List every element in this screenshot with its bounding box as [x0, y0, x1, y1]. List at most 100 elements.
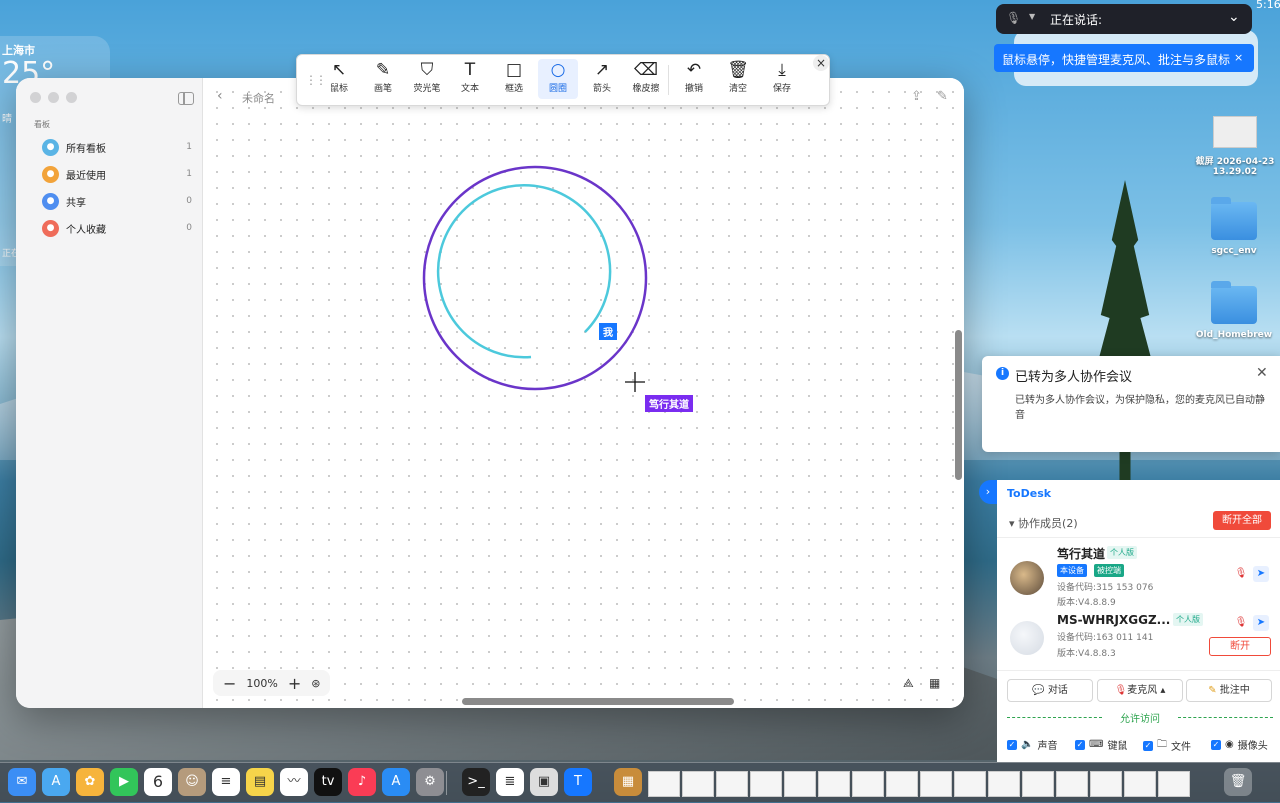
close-window-button[interactable] [30, 92, 41, 103]
tool-download[interactable]: ⤓ 保存 [762, 59, 802, 99]
tool-rectangle[interactable]: □ 框选 [494, 59, 534, 99]
star-frame-icon[interactable]: ⊛ [311, 677, 320, 690]
tool-highlighter[interactable]: ⛉ 荧光笔 [407, 59, 447, 99]
tool-trash[interactable]: 🗑 清空 [718, 59, 758, 99]
preview-icon[interactable]: ▣ [530, 768, 558, 796]
highlighter-icon: ⛉ [420, 60, 434, 80]
minimize-window-button[interactable] [48, 92, 59, 103]
tool-label: 画笔 [373, 84, 392, 94]
camera-icon: ◉ [1225, 739, 1234, 750]
minimized-window-thumbnail[interactable] [1158, 771, 1190, 797]
cursor-icon[interactable]: ➤ [1253, 566, 1269, 582]
connectors-icon[interactable]: ⟁ [903, 676, 917, 690]
tool-arrow[interactable]: ↗ 箭头 [582, 59, 622, 99]
tool-pen[interactable]: ✎ 画笔 [363, 59, 403, 99]
tool-cursor[interactable]: ↖ 鼠标 [319, 59, 359, 99]
tool-eraser[interactable]: ⌫ 橡皮擦 [626, 59, 666, 99]
minimized-window-thumbnail[interactable] [750, 771, 782, 797]
mail-icon[interactable]: ✉ [8, 768, 36, 796]
desktop-icon-screenshot[interactable]: 截屏 2026-04-23 13.29.02 [1190, 116, 1280, 177]
zoom-in-button[interactable]: + [288, 674, 301, 693]
minimized-window-thumbnail[interactable] [852, 771, 884, 797]
panel-expand-icon[interactable]: › [979, 480, 997, 504]
pencil-icon: ✎ [1208, 685, 1217, 696]
appstore-icon[interactable]: A [382, 768, 410, 796]
reminders-icon[interactable]: ≡ [212, 768, 240, 796]
horizontal-scrollbar[interactable] [462, 698, 734, 705]
sidebar-item[interactable]: ● 所有看板 1 [42, 136, 192, 158]
minimized-window-thumbnail[interactable] [682, 771, 714, 797]
trash-icon[interactable]: 🗑 [1224, 768, 1252, 796]
minimized-window-thumbnail[interactable] [988, 771, 1020, 797]
vertical-scrollbar[interactable] [955, 330, 962, 480]
notification-close-button[interactable]: ✕ [1256, 365, 1268, 381]
minimized-window-thumbnail[interactable] [1056, 771, 1088, 797]
terminal-icon[interactable]: >_ [462, 768, 490, 796]
package-icon[interactable]: ▦ [614, 768, 642, 796]
sidebar-item[interactable]: ● 最近使用 1 [42, 163, 192, 185]
collapse-chevron-icon[interactable]: ⌄ [1228, 9, 1240, 25]
minimized-window-thumbnail[interactable] [716, 771, 748, 797]
permission-files[interactable]: ✓ 🗀 文件 [1143, 737, 1191, 754]
desktop-icon-old-homebrew[interactable]: Old_Homebrew [1189, 281, 1279, 340]
caret-down-icon[interactable]: ▼ [1029, 12, 1035, 21]
tv-icon[interactable]: tv [314, 768, 342, 796]
speaking-indicator[interactable]: 🎙 ▼ 正在说话: ⌄ [996, 4, 1252, 34]
todesk-icon[interactable]: T [564, 768, 592, 796]
tool-text[interactable]: T 文本 [450, 59, 490, 99]
checkbox-icon[interactable]: ✓ [1075, 739, 1085, 750]
sidebar-toggle-icon[interactable] [178, 92, 194, 105]
minimized-window-thumbnail[interactable] [920, 771, 952, 797]
minimized-window-thumbnail[interactable] [648, 771, 680, 797]
checkbox-icon[interactable]: ✓ [1007, 739, 1017, 750]
music-icon[interactable]: ♪ [348, 768, 376, 796]
board-canvas[interactable]: ‹ 未命名 ⇪ ✎ 我 笃行其道 − 100% + ⊛ ⟁ ▦ [203, 78, 964, 708]
mic-muted-icon[interactable]: 🎙 [1233, 566, 1249, 582]
textedit-icon[interactable]: ≣ [496, 768, 524, 796]
grid-icon[interactable]: ▦ [929, 676, 943, 690]
zoom-level[interactable]: 100% [246, 677, 277, 690]
facetime-icon[interactable]: ▶ [110, 768, 138, 796]
minimized-window-thumbnail[interactable] [886, 771, 918, 797]
permission-camera[interactable]: ✓ ◉ 摄像头 [1211, 737, 1268, 752]
minimized-window-thumbnail[interactable] [1124, 771, 1156, 797]
permission-keyboard-mouse[interactable]: ✓ ⌨ 键鼠 [1075, 737, 1127, 752]
disconnect-all-button[interactable]: 断开全部 [1213, 511, 1271, 530]
tool-circle[interactable]: ○ 圆圈 [538, 59, 578, 99]
annotating-button[interactable]: ✎ 批注中 [1186, 679, 1272, 702]
tooltip-close-icon[interactable]: × [1234, 51, 1243, 64]
contacts-icon[interactable]: ☺ [178, 768, 206, 796]
freeform-icon[interactable]: 〰 [280, 768, 308, 796]
sidebar-item-label: 所有看板 [66, 143, 106, 155]
checkbox-icon[interactable]: ✓ [1143, 740, 1153, 751]
minimized-window-thumbnail[interactable] [818, 771, 850, 797]
photos-icon[interactable]: ✿ [76, 768, 104, 796]
tool-undo[interactable]: ↶ 撤销 [674, 59, 714, 99]
minimized-window-thumbnail[interactable] [1022, 771, 1054, 797]
chat-button[interactable]: 💬 对话 [1007, 679, 1093, 702]
sidebar-item[interactable]: ● 个人收藏 0 [42, 217, 192, 239]
trash-icon: 🗑 [727, 60, 749, 80]
edition-badge: 个人版 [1107, 546, 1137, 559]
notes-icon[interactable]: ▤ [246, 768, 274, 796]
minimized-window-thumbnail[interactable] [784, 771, 816, 797]
maps-icon[interactable]: A [42, 768, 70, 796]
microphone-button[interactable]: 🎙麦克风 ▴ [1097, 679, 1183, 702]
minimized-window-thumbnail[interactable] [1090, 771, 1122, 797]
disconnect-button[interactable]: 断开 [1209, 637, 1271, 656]
toolbar-close-button[interactable]: × [813, 55, 829, 71]
settings-icon[interactable]: ⚙ [416, 768, 444, 796]
permission-sound[interactable]: ✓ 🔈 声音 [1007, 737, 1057, 752]
calendar-icon[interactable]: 6 [144, 768, 172, 796]
mic-muted-icon[interactable]: 🎙 [1233, 615, 1249, 631]
minimized-window-thumbnail[interactable] [954, 771, 986, 797]
zoom-window-button[interactable] [66, 92, 77, 103]
members-header[interactable]: ▾ 协作成员(2) [1009, 515, 1078, 531]
zoom-out-button[interactable]: − [223, 674, 236, 693]
cursor-icon[interactable]: ➤ [1253, 615, 1269, 631]
sidebar-item[interactable]: ● 共享 0 [42, 190, 192, 212]
mic-muted-icon[interactable]: 🎙 [1006, 11, 1021, 25]
checkbox-icon[interactable]: ✓ [1211, 739, 1221, 750]
device-code: 设备代码:163 011 141 [1057, 633, 1154, 643]
desktop-icon-sgcc-env[interactable]: sgcc_env [1189, 197, 1279, 256]
